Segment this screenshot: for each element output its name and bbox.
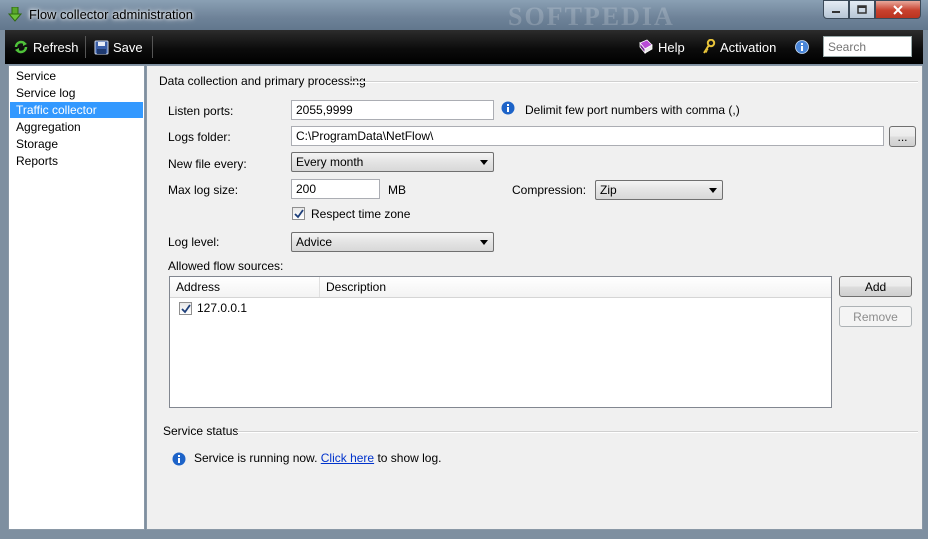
column-description[interactable]: Description xyxy=(320,277,831,297)
collection-group-title: Data collection and primary processing xyxy=(159,74,366,88)
help-label: Help xyxy=(658,39,685,55)
status-group-title: Service status xyxy=(163,424,239,438)
about-button[interactable] xyxy=(795,30,813,64)
refresh-icon xyxy=(13,39,29,55)
sidebar-item-service-log[interactable]: Service log xyxy=(10,85,143,101)
minimize-icon xyxy=(832,10,840,13)
chevron-down-icon xyxy=(480,240,488,245)
refresh-label: Refresh xyxy=(33,39,79,55)
chevron-down-icon xyxy=(480,160,488,165)
window-controls xyxy=(823,0,921,20)
help-book-icon xyxy=(638,39,654,55)
minimize-button[interactable] xyxy=(823,0,849,19)
allowed-sources-label: Allowed flow sources: xyxy=(168,259,284,273)
logs-folder-label: Logs folder: xyxy=(168,130,231,144)
checkmark-icon xyxy=(181,304,191,314)
listen-ports-hint: Delimit few port numbers with comma (,) xyxy=(525,103,740,117)
sidebar-item-aggregation[interactable]: Aggregation xyxy=(10,119,143,135)
allowed-sources-list[interactable]: Address Description 127.0.0.1 xyxy=(169,276,832,408)
max-log-input[interactable]: 200 xyxy=(291,179,380,199)
log-level-select[interactable]: Advice xyxy=(291,232,494,252)
listen-ports-label: Listen ports: xyxy=(168,104,234,118)
traffic-collector-panel: Data collection and primary processing L… xyxy=(146,65,923,530)
new-file-value: Every month xyxy=(296,155,364,169)
compression-select[interactable]: Zip xyxy=(595,180,723,200)
floppy-disk-icon xyxy=(94,40,109,55)
listen-ports-input[interactable]: 2055,9999 xyxy=(291,100,494,120)
table-row[interactable]: 127.0.0.1 xyxy=(170,299,831,317)
app-window: Flow collector administration SOFTPEDIA xyxy=(0,0,928,539)
sidebar-item-reports[interactable]: Reports xyxy=(10,153,143,169)
sidebar-item-service[interactable]: Service xyxy=(10,68,143,84)
info-icon xyxy=(795,40,809,54)
maximize-button[interactable] xyxy=(849,0,875,19)
sidebar-nav: Service Service log Traffic collector Ag… xyxy=(8,65,145,530)
status-prefix: Service is running now. xyxy=(194,451,318,465)
refresh-button[interactable]: Refresh xyxy=(13,30,79,64)
toolbar-separator xyxy=(85,36,86,58)
column-address[interactable]: Address xyxy=(170,277,320,297)
compression-label: Compression: xyxy=(512,183,587,197)
service-status-message: Service is running now. Click here to sh… xyxy=(194,451,442,465)
logs-folder-input[interactable]: C:\ProgramData\NetFlow\ xyxy=(291,126,884,146)
softpedia-watermark: SOFTPEDIA xyxy=(508,2,675,31)
row-address: 127.0.0.1 xyxy=(197,301,248,315)
chevron-down-icon xyxy=(709,188,717,193)
title-bar[interactable]: Flow collector administration SOFTPEDIA xyxy=(0,0,928,31)
key-icon xyxy=(702,39,716,55)
info-icon xyxy=(501,101,515,115)
save-label: Save xyxy=(113,39,143,55)
log-level-label: Log level: xyxy=(168,235,220,249)
close-icon xyxy=(893,4,903,15)
add-source-button[interactable]: Add xyxy=(839,276,912,297)
app-download-icon xyxy=(7,6,23,23)
info-icon xyxy=(172,452,186,466)
compression-value: Zip xyxy=(600,183,617,197)
remove-source-button[interactable]: Remove xyxy=(839,306,912,327)
window-title: Flow collector administration xyxy=(29,7,194,22)
row-checkbox[interactable] xyxy=(179,302,192,315)
new-file-label: New file every: xyxy=(168,157,247,171)
sidebar-item-storage[interactable]: Storage xyxy=(10,136,143,152)
group-divider xyxy=(350,81,918,83)
respect-tz-label[interactable]: Respect time zone xyxy=(311,207,410,221)
help-button[interactable]: Help xyxy=(638,30,685,64)
max-log-label: Max log size: xyxy=(168,183,239,197)
status-suffix: to show log. xyxy=(377,451,442,465)
log-level-value: Advice xyxy=(296,235,333,249)
search-input[interactable] xyxy=(823,36,912,57)
browse-folder-button[interactable]: ... xyxy=(889,126,916,147)
close-button[interactable] xyxy=(875,0,921,19)
toolbar: Refresh Save Help Activation Search xyxy=(5,30,923,64)
show-log-link[interactable]: Click here xyxy=(321,451,374,465)
respect-tz-checkbox[interactable] xyxy=(292,207,305,220)
maximize-icon xyxy=(857,4,867,14)
sidebar-item-traffic-collector[interactable]: Traffic collector xyxy=(10,102,143,118)
checkmark-icon xyxy=(294,209,304,219)
activation-button[interactable]: Activation xyxy=(702,30,776,64)
save-button[interactable]: Save xyxy=(94,30,143,64)
max-log-unit: MB xyxy=(388,183,406,197)
new-file-select[interactable]: Every month xyxy=(291,152,494,172)
activation-label: Activation xyxy=(720,39,777,55)
group-divider xyxy=(237,431,918,433)
toolbar-separator xyxy=(152,36,153,58)
list-header: Address Description xyxy=(170,277,831,298)
